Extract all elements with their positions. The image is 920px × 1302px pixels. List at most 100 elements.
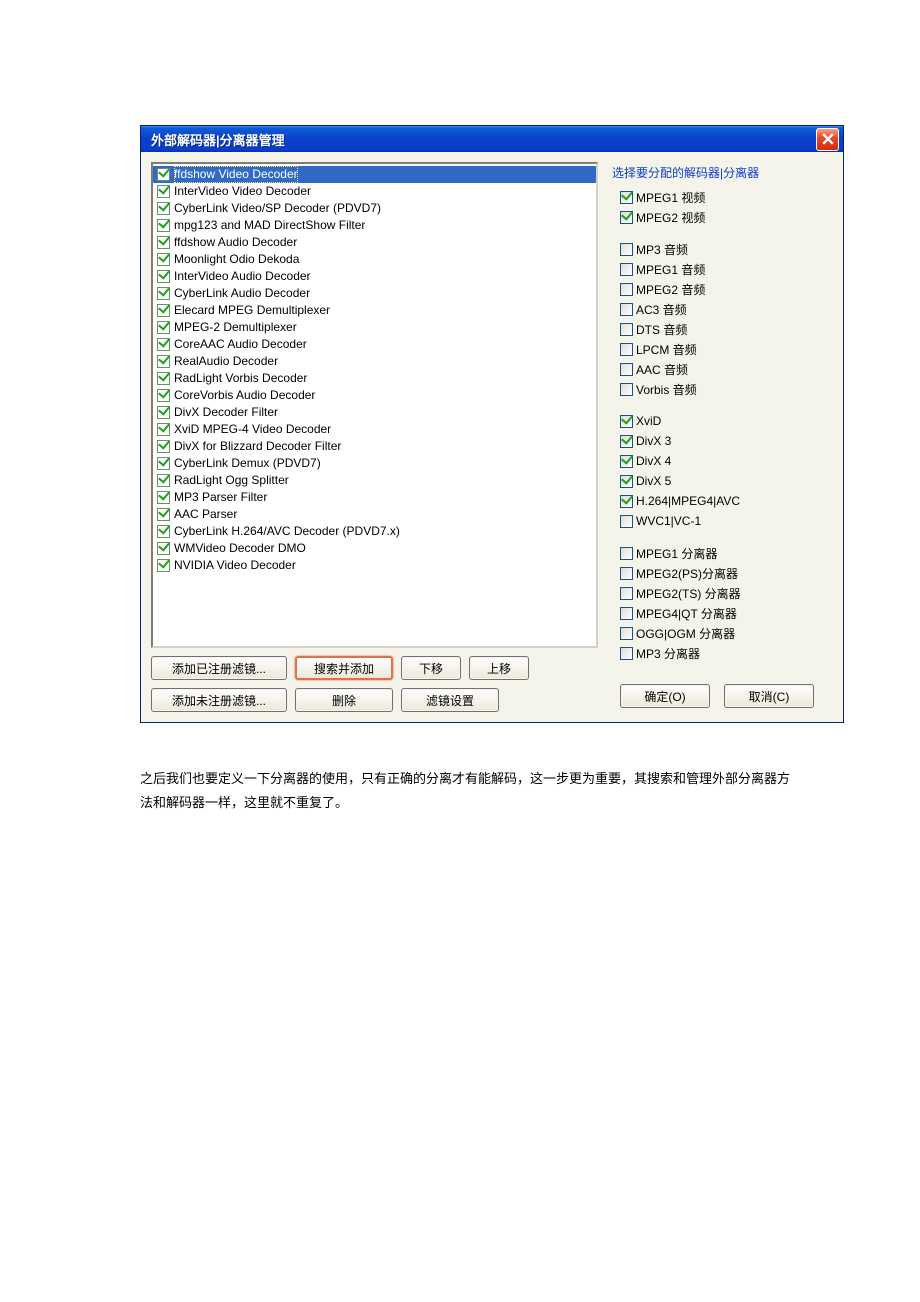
format-checkbox-row[interactable]: MPEG1 音频 — [620, 259, 833, 279]
format-checkbox-row[interactable]: WVC1|VC-1 — [620, 511, 833, 531]
format-checkbox-row[interactable]: MPEG2(PS)分离器 — [620, 563, 833, 583]
list-item[interactable]: RadLight Vorbis Decoder — [153, 370, 596, 387]
checkbox-icon[interactable] — [157, 491, 170, 504]
checkbox-icon[interactable] — [620, 383, 633, 396]
checkbox-icon[interactable] — [620, 455, 633, 468]
list-item[interactable]: CoreVorbis Audio Decoder — [153, 387, 596, 404]
list-item[interactable]: CoreAAC Audio Decoder — [153, 336, 596, 353]
add-registered-filter-button[interactable]: 添加已注册滤镜... — [151, 656, 287, 680]
list-item[interactable]: RadLight Ogg Splitter — [153, 472, 596, 489]
filter-settings-button[interactable]: 滤镜设置 — [401, 688, 499, 712]
checkbox-icon[interactable] — [620, 587, 633, 600]
list-item[interactable]: DivX Decoder Filter — [153, 404, 596, 421]
format-checkbox-row[interactable]: AAC 音频 — [620, 359, 833, 379]
list-item[interactable]: CyberLink Video/SP Decoder (PDVD7) — [153, 200, 596, 217]
checkbox-icon[interactable] — [157, 236, 170, 249]
format-checkbox-row[interactable]: H.264|MPEG4|AVC — [620, 491, 833, 511]
checkbox-icon[interactable] — [157, 168, 170, 181]
checkbox-icon[interactable] — [157, 372, 170, 385]
format-checkbox-row[interactable]: DivX 5 — [620, 471, 833, 491]
format-checkbox-row[interactable]: DTS 音频 — [620, 319, 833, 339]
checkbox-icon[interactable] — [157, 423, 170, 436]
format-checkbox-row[interactable]: MPEG2 音频 — [620, 279, 833, 299]
list-item[interactable]: XviD MPEG-4 Video Decoder — [153, 421, 596, 438]
checkbox-icon[interactable] — [157, 508, 170, 521]
checkbox-icon[interactable] — [157, 474, 170, 487]
list-item[interactable]: MPEG-2 Demultiplexer — [153, 319, 596, 336]
list-item[interactable]: RealAudio Decoder — [153, 353, 596, 370]
list-item[interactable]: CyberLink H.264/AVC Decoder (PDVD7.x) — [153, 523, 596, 540]
checkbox-icon[interactable] — [620, 211, 633, 224]
checkbox-icon[interactable] — [620, 495, 633, 508]
list-item[interactable]: AAC Parser — [153, 506, 596, 523]
checkbox-icon[interactable] — [620, 343, 633, 356]
checkbox-icon[interactable] — [620, 627, 633, 640]
format-checkbox-row[interactable]: MPEG1 分离器 — [620, 543, 833, 563]
list-item[interactable]: NVIDIA Video Decoder — [153, 557, 596, 574]
format-checkbox-row[interactable]: MP3 音频 — [620, 239, 833, 259]
delete-button[interactable]: 删除 — [295, 688, 393, 712]
format-checkbox-row[interactable]: MPEG4|QT 分离器 — [620, 603, 833, 623]
checkbox-icon[interactable] — [157, 440, 170, 453]
list-item[interactable]: InterVideo Audio Decoder — [153, 268, 596, 285]
list-item[interactable]: ffdshow Video Decoder — [153, 166, 596, 183]
checkbox-icon[interactable] — [157, 219, 170, 232]
checkbox-icon[interactable] — [157, 338, 170, 351]
list-item[interactable]: Moonlight Odio Dekoda — [153, 251, 596, 268]
close-button[interactable] — [816, 128, 839, 151]
format-checkbox-row[interactable]: DivX 3 — [620, 431, 833, 451]
checkbox-icon[interactable] — [620, 435, 633, 448]
checkbox-icon[interactable] — [620, 283, 633, 296]
checkbox-icon[interactable] — [157, 559, 170, 572]
list-item[interactable]: Elecard MPEG Demultiplexer — [153, 302, 596, 319]
list-item[interactable]: CyberLink Demux (PDVD7) — [153, 455, 596, 472]
cancel-button[interactable]: 取消(C) — [724, 684, 814, 708]
list-item[interactable]: ffdshow Audio Decoder — [153, 234, 596, 251]
checkbox-icon[interactable] — [157, 202, 170, 215]
checkbox-icon[interactable] — [157, 406, 170, 419]
checkbox-icon[interactable] — [620, 475, 633, 488]
checkbox-icon[interactable] — [620, 323, 633, 336]
checkbox-icon[interactable] — [157, 304, 170, 317]
list-item[interactable]: CyberLink Audio Decoder — [153, 285, 596, 302]
checkbox-icon[interactable] — [620, 191, 633, 204]
add-unregistered-filter-button[interactable]: 添加未注册滤镜... — [151, 688, 287, 712]
format-checkbox-row[interactable]: MPEG2(TS) 分离器 — [620, 583, 833, 603]
checkbox-icon[interactable] — [157, 287, 170, 300]
checkbox-icon[interactable] — [620, 547, 633, 560]
checkbox-icon[interactable] — [157, 270, 170, 283]
list-item[interactable]: MP3 Parser Filter — [153, 489, 596, 506]
checkbox-icon[interactable] — [620, 647, 633, 660]
format-checkbox-row[interactable]: Vorbis 音频 — [620, 379, 833, 399]
checkbox-icon[interactable] — [157, 253, 170, 266]
ok-button[interactable]: 确定(O) — [620, 684, 710, 708]
format-checkbox-row[interactable]: LPCM 音频 — [620, 339, 833, 359]
decoder-listbox[interactable]: ffdshow Video DecoderInterVideo Video De… — [151, 162, 598, 648]
checkbox-icon[interactable] — [157, 542, 170, 555]
format-checkbox-row[interactable]: MPEG1 视频 — [620, 187, 833, 207]
checkbox-icon[interactable] — [157, 321, 170, 334]
checkbox-icon[interactable] — [620, 363, 633, 376]
checkbox-icon[interactable] — [157, 355, 170, 368]
format-checkbox-row[interactable]: OGG|OGM 分离器 — [620, 623, 833, 643]
checkbox-icon[interactable] — [620, 607, 633, 620]
checkbox-icon[interactable] — [620, 303, 633, 316]
move-down-button[interactable]: 下移 — [401, 656, 461, 680]
checkbox-icon[interactable] — [620, 263, 633, 276]
format-checkbox-row[interactable]: AC3 音频 — [620, 299, 833, 319]
list-item[interactable]: InterVideo Video Decoder — [153, 183, 596, 200]
checkbox-icon[interactable] — [620, 567, 633, 580]
list-item[interactable]: mpg123 and MAD DirectShow Filter — [153, 217, 596, 234]
format-checkbox-row[interactable]: DivX 4 — [620, 451, 833, 471]
checkbox-icon[interactable] — [157, 185, 170, 198]
format-checkbox-row[interactable]: XviD — [620, 411, 833, 431]
checkbox-icon[interactable] — [620, 515, 633, 528]
checkbox-icon[interactable] — [620, 243, 633, 256]
checkbox-icon[interactable] — [620, 415, 633, 428]
search-and-add-button[interactable]: 搜索并添加 — [295, 656, 393, 680]
move-up-button[interactable]: 上移 — [469, 656, 529, 680]
format-checkbox-row[interactable]: MP3 分离器 — [620, 643, 833, 663]
checkbox-icon[interactable] — [157, 525, 170, 538]
list-item[interactable]: DivX for Blizzard Decoder Filter — [153, 438, 596, 455]
list-item[interactable]: WMVideo Decoder DMO — [153, 540, 596, 557]
